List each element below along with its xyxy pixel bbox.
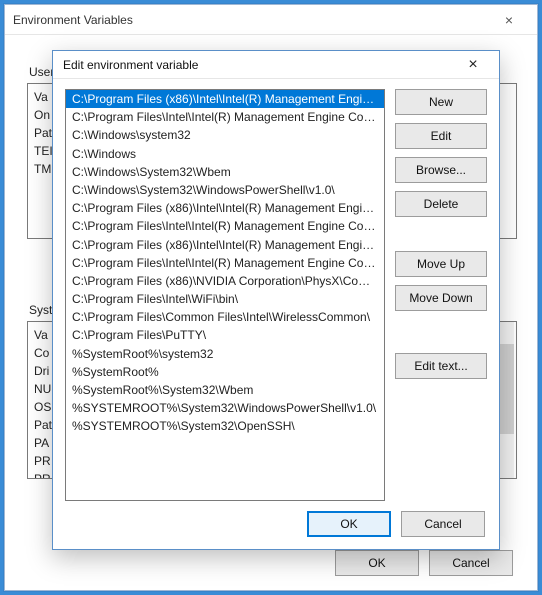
- env-ok-button[interactable]: OK: [335, 550, 419, 576]
- path-entry[interactable]: %SYSTEMROOT%\System32\WindowsPowerShell\…: [66, 399, 384, 417]
- env-window-title: Environment Variables: [13, 13, 133, 27]
- edit-env-var-dialog: Edit environment variable × C:\Program F…: [52, 50, 500, 550]
- move-up-button[interactable]: Move Up: [395, 251, 487, 277]
- side-button-column: New Edit Browse... Delete Move Up Move D…: [395, 89, 487, 501]
- env-titlebar: Environment Variables ×: [5, 5, 537, 35]
- path-entry[interactable]: %SystemRoot%\System32\Wbem: [66, 381, 384, 399]
- path-entry[interactable]: %SYSTEMROOT%\System32\OpenSSH\: [66, 417, 384, 435]
- button-spacer: [395, 319, 487, 345]
- ok-button[interactable]: OK: [307, 511, 391, 537]
- path-entry[interactable]: C:\Windows\System32\WindowsPowerShell\v1…: [66, 181, 384, 199]
- new-button[interactable]: New: [395, 89, 487, 115]
- env-window-button-row: OK Cancel: [335, 550, 513, 576]
- move-down-button[interactable]: Move Down: [395, 285, 487, 311]
- browse-button[interactable]: Browse...: [395, 157, 487, 183]
- edit-button[interactable]: Edit: [395, 123, 487, 149]
- env-cancel-button[interactable]: Cancel: [429, 550, 513, 576]
- path-entry[interactable]: C:\Windows\System32\Wbem: [66, 163, 384, 181]
- path-entry[interactable]: C:\Windows: [66, 145, 384, 163]
- path-entry[interactable]: C:\Program Files (x86)\Intel\Intel(R) Ma…: [66, 90, 384, 108]
- path-entry[interactable]: C:\Program Files\Intel\Intel(R) Manageme…: [66, 108, 384, 126]
- path-entry[interactable]: C:\Program Files\Intel\Intel(R) Manageme…: [66, 217, 384, 235]
- scrollbar-thumb[interactable]: [500, 344, 514, 434]
- close-icon[interactable]: ×: [453, 56, 493, 74]
- path-entry[interactable]: %SystemRoot%\system32: [66, 345, 384, 363]
- dialog-body: C:\Program Files (x86)\Intel\Intel(R) Ma…: [65, 89, 487, 501]
- system-vars-scrollbar[interactable]: [498, 322, 514, 478]
- path-entry[interactable]: C:\Program Files (x86)\NVIDIA Corporatio…: [66, 272, 384, 290]
- edit-text-button[interactable]: Edit text...: [395, 353, 487, 379]
- path-entry[interactable]: %SystemRoot%: [66, 363, 384, 381]
- button-spacer: [395, 225, 487, 243]
- path-entry[interactable]: C:\Program Files\Intel\Intel(R) Manageme…: [66, 254, 384, 272]
- path-entry[interactable]: C:\Program Files\Common Files\Intel\Wire…: [66, 308, 384, 326]
- path-entry[interactable]: C:\Program Files (x86)\Intel\Intel(R) Ma…: [66, 199, 384, 217]
- path-entry[interactable]: C:\Program Files\Intel\WiFi\bin\: [66, 290, 384, 308]
- delete-button[interactable]: Delete: [395, 191, 487, 217]
- path-entry[interactable]: C:\Program Files (x86)\Intel\Intel(R) Ma…: [66, 236, 384, 254]
- close-icon[interactable]: ×: [489, 12, 529, 28]
- path-entry[interactable]: C:\Windows\system32: [66, 126, 384, 144]
- path-entry[interactable]: C:\Program Files\PuTTY\: [66, 326, 384, 344]
- dialog-title: Edit environment variable: [63, 58, 198, 72]
- dialog-titlebar: Edit environment variable ×: [53, 51, 499, 79]
- dialog-button-row: OK Cancel: [307, 511, 485, 537]
- path-entries-list[interactable]: C:\Program Files (x86)\Intel\Intel(R) Ma…: [65, 89, 385, 501]
- cancel-button[interactable]: Cancel: [401, 511, 485, 537]
